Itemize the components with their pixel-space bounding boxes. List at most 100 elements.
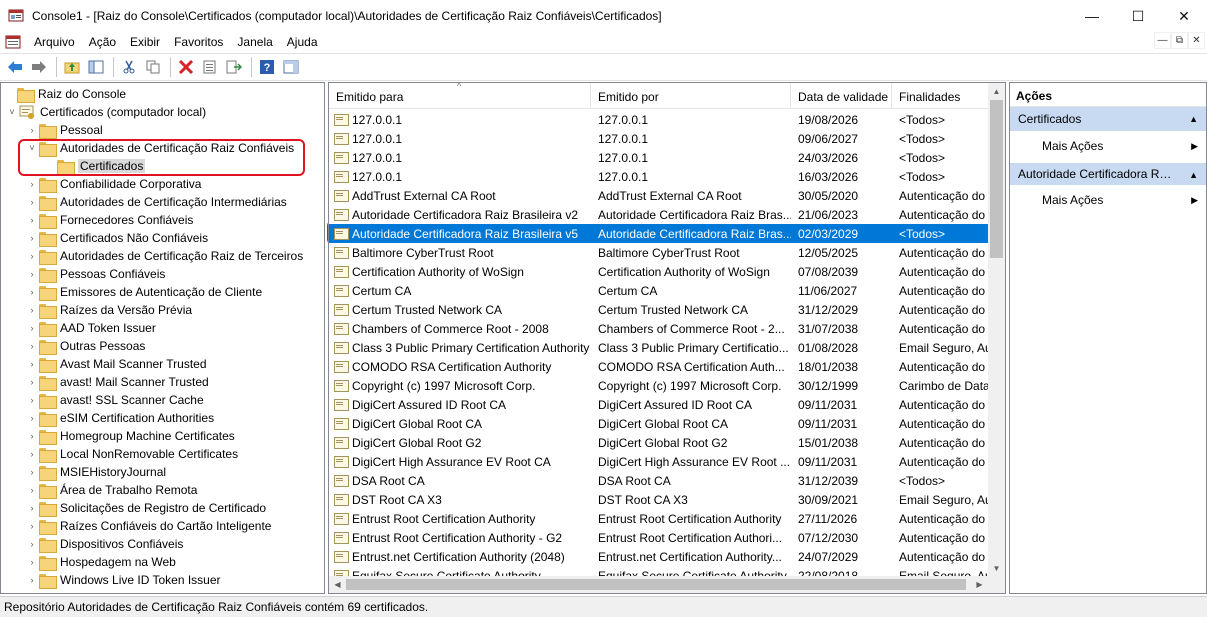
table-row[interactable]: COMODO RSA Certification Authority COMODO… [329, 357, 989, 376]
scroll-right-icon[interactable]: ▶ [971, 576, 988, 593]
tree-certificates-local-computer[interactable]: ˅ Certificados (computador local) [5, 103, 206, 121]
table-row[interactable]: Entrust Root Certification Authority - G… [329, 528, 989, 547]
table-row[interactable]: Chambers of Commerce Root - 2008 Chambers… [329, 319, 989, 338]
column-finalidades[interactable]: Finalidades [892, 83, 989, 109]
table-row[interactable]: DigiCert Global Root G2 DigiCert Global R… [329, 433, 989, 452]
tree-item[interactable]: › Emissores de Autenticação de Cliente [25, 283, 262, 301]
table-row[interactable]: 127.0.0.1 127.0.0.1 24/03/2026 <Todos> [329, 148, 989, 167]
collapsed-chevron-icon[interactable]: › [25, 503, 39, 513]
more-actions-2[interactable]: Mais Ações ▶ [1010, 185, 1206, 215]
forward-icon[interactable] [28, 56, 50, 78]
collapsed-chevron-icon[interactable]: › [25, 395, 39, 405]
table-row[interactable]: DSA Root CA DSA Root CA 31/12/2039 <Todos> [329, 471, 989, 490]
collapsed-chevron-icon[interactable]: › [25, 431, 39, 441]
tree-item[interactable]: › Pessoas Confiáveis [25, 265, 165, 283]
actions-section-selected-cert[interactable]: Autoridade Certificadora Raiz Brasileira… [1010, 161, 1206, 185]
tree-item[interactable]: › Raízes da Versão Prévia [25, 301, 192, 319]
collapsed-chevron-icon[interactable]: › [25, 557, 39, 567]
collapsed-chevron-icon[interactable]: › [25, 251, 39, 261]
back-icon[interactable] [4, 56, 26, 78]
table-row[interactable]: DigiCert High Assurance EV Root CA DigiCe… [329, 452, 989, 471]
table-row[interactable]: Entrust Root Certification Authority Entr… [329, 509, 989, 528]
collapsed-chevron-icon[interactable]: › [25, 233, 39, 243]
tree-item[interactable]: › Outras Pessoas [25, 337, 145, 355]
more-actions-1[interactable]: Mais Ações ▶ [1010, 131, 1206, 161]
vertical-scrollbar[interactable]: ▲ ▼ [988, 83, 1005, 577]
collapsed-chevron-icon[interactable]: › [25, 305, 39, 315]
collapsed-chevron-icon[interactable]: › [25, 197, 39, 207]
collapsed-chevron-icon[interactable]: › [25, 467, 39, 477]
tree-item[interactable]: › Homegroup Machine Certificates [25, 427, 235, 445]
mdi-minimize-button[interactable]: — [1154, 32, 1171, 49]
collapsed-chevron-icon[interactable]: › [25, 269, 39, 279]
tree-item[interactable]: › Avast Mail Scanner Trusted [25, 355, 207, 373]
scroll-down-icon[interactable]: ▼ [988, 560, 1005, 577]
tree-item[interactable]: › Área de Trabalho Remota [25, 481, 197, 499]
tree-item[interactable]: › Certificados Não Confiáveis [25, 229, 208, 247]
table-row[interactable]: DigiCert Global Root CA DigiCert Global R… [329, 414, 989, 433]
table-row[interactable]: Certification Authority of WoSign Certifi… [329, 262, 989, 281]
scroll-thumb[interactable] [990, 100, 1003, 258]
collapsed-chevron-icon[interactable]: › [25, 341, 39, 351]
table-row-selected[interactable]: Autoridade Certificadora Raiz Brasileira… [329, 224, 989, 243]
horizontal-scrollbar[interactable]: ◀ ▶ [329, 576, 1005, 593]
tree-item[interactable]: › Local NonRemovable Certificates [25, 445, 238, 463]
table-row[interactable]: AddTrust External CA Root AddTrust Extern… [329, 186, 989, 205]
scroll-thumb[interactable] [346, 579, 966, 590]
menu-exibir[interactable]: Exibir [123, 32, 167, 52]
properties-icon[interactable] [199, 56, 221, 78]
mdi-restore-button[interactable]: ⧉ [1171, 32, 1188, 49]
scroll-left-icon[interactable]: ◀ [329, 576, 346, 593]
collapsed-chevron-icon[interactable]: › [25, 449, 39, 459]
collapsed-chevron-icon[interactable]: › [25, 359, 39, 369]
collapsed-chevron-icon[interactable]: › [25, 539, 39, 549]
copy-icon[interactable] [142, 56, 164, 78]
tree-item[interactable]: › avast! Mail Scanner Trusted [25, 373, 209, 391]
table-row[interactable]: Autoridade Certificadora Raiz Brasileira… [329, 205, 989, 224]
table-row[interactable]: 127.0.0.1 127.0.0.1 19/08/2026 <Todos> [329, 110, 989, 129]
menu-acao[interactable]: Ação [82, 32, 123, 52]
column-emitido-para[interactable]: Emitido para ^ [329, 83, 591, 109]
table-row[interactable]: Certum CA Certum CA 11/06/2027 Autenticação… [329, 281, 989, 300]
tree-root-console[interactable]: Raiz do Console [3, 85, 126, 103]
close-button[interactable]: ✕ [1161, 0, 1207, 32]
tree-item[interactable]: › Raízes Confiáveis do Cartão Inteligente [25, 517, 271, 535]
menu-ajuda[interactable]: Ajuda [280, 32, 325, 52]
table-row[interactable]: Class 3 Public Primary Certification Aut… [329, 338, 989, 357]
table-row[interactable]: Copyright (c) 1997 Microsoft Corp. Copyri… [329, 376, 989, 395]
maximize-button[interactable]: ☐ [1115, 0, 1161, 32]
collapsed-chevron-icon[interactable]: › [25, 179, 39, 189]
collapsed-chevron-icon[interactable]: › [25, 521, 39, 531]
collapsed-chevron-icon[interactable]: › [25, 413, 39, 423]
tree-item[interactable]: › Hospedagem na Web [25, 553, 176, 571]
expanded-chevron-icon[interactable]: ˅ [5, 107, 19, 117]
tree-item[interactable]: › MSIEHistoryJournal [25, 463, 166, 481]
tree-item[interactable]: › Pessoal [25, 121, 103, 139]
collapsed-chevron-icon[interactable]: › [25, 125, 39, 135]
table-row[interactable]: Certum Trusted Network CA Certum Trusted … [329, 300, 989, 319]
menu-favoritos[interactable]: Favoritos [167, 32, 230, 52]
collapsed-chevron-icon[interactable]: › [25, 323, 39, 333]
show-hide-action-pane-icon[interactable] [280, 56, 302, 78]
tree-item[interactable]: › Dispositivos Confiáveis [25, 535, 183, 553]
collapse-icon[interactable]: ▲ [1189, 114, 1198, 124]
table-row[interactable]: Baltimore CyberTrust Root Baltimore Cyber… [329, 243, 989, 262]
tree-item[interactable]: › AAD Token Issuer [25, 319, 156, 337]
column-emitido-por[interactable]: Emitido por [591, 83, 791, 109]
table-row[interactable]: Entrust.net Certification Authority (204… [329, 547, 989, 566]
delete-icon[interactable] [175, 56, 197, 78]
collapsed-chevron-icon[interactable]: › [25, 377, 39, 387]
collapse-icon[interactable]: ▲ [1189, 170, 1198, 180]
tree-item[interactable]: › avast! SSL Scanner Cache [25, 391, 204, 409]
collapsed-chevron-icon[interactable]: › [25, 485, 39, 495]
tree-item[interactable]: › Solicitações de Registro de Certificado [25, 499, 266, 517]
column-data-validade[interactable]: Data de validade [791, 83, 892, 109]
tree-item[interactable]: › Confiabilidade Corporativa [25, 175, 201, 193]
menu-arquivo[interactable]: Arquivo [27, 32, 82, 52]
tree-item[interactable]: › eSIM Certification Authorities [25, 409, 214, 427]
table-row[interactable]: 127.0.0.1 127.0.0.1 16/03/2026 <Todos> [329, 167, 989, 186]
cut-icon[interactable] [118, 56, 140, 78]
up-folder-icon[interactable] [61, 56, 83, 78]
tree-item[interactable]: › Windows Live ID Token Issuer [25, 571, 221, 589]
table-row[interactable]: DigiCert Assured ID Root CA DigiCert Assu… [329, 395, 989, 414]
